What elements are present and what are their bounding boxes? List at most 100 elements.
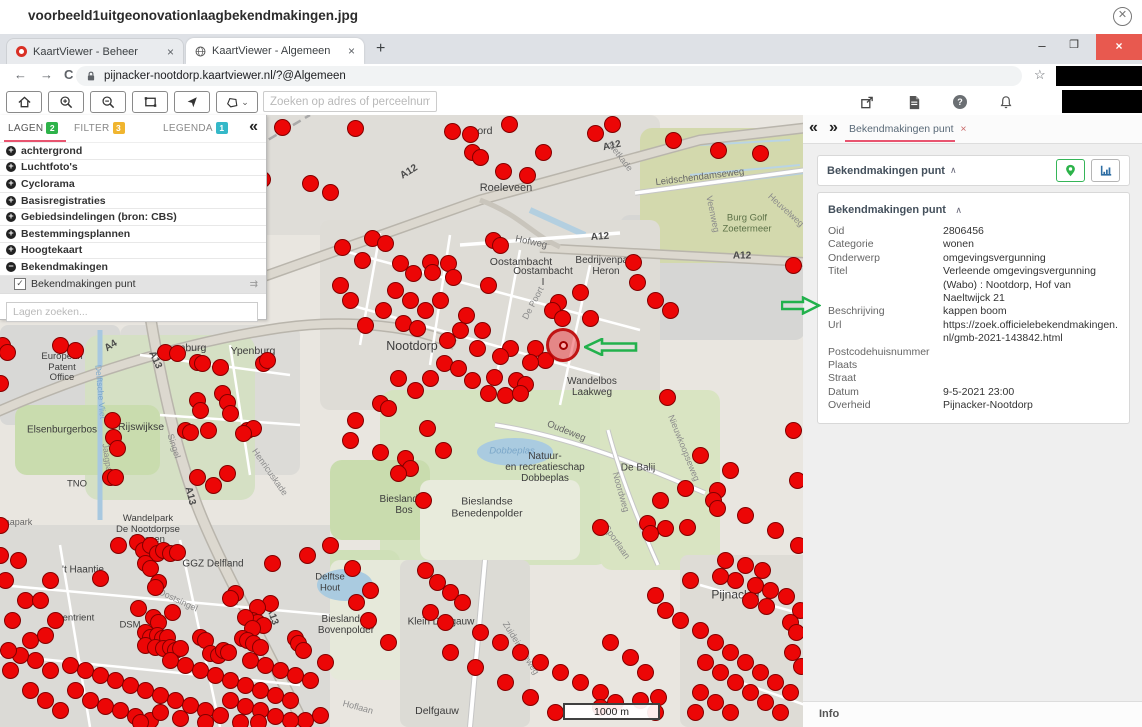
announcement-dot[interactable] xyxy=(250,714,267,727)
announcement-dot[interactable] xyxy=(67,682,84,699)
announcement-dot[interactable] xyxy=(299,547,316,564)
announcement-dot[interactable] xyxy=(642,525,659,542)
announcement-dot[interactable] xyxy=(677,480,694,497)
collapse-caret-icon[interactable]: ∧ xyxy=(955,205,962,215)
announcement-dot[interactable] xyxy=(237,677,254,694)
announcement-dot[interactable] xyxy=(522,354,539,371)
announcement-dot[interactable] xyxy=(372,444,389,461)
announcement-dot[interactable] xyxy=(454,594,471,611)
announcement-dot[interactable] xyxy=(375,302,392,319)
announcement-dot[interactable] xyxy=(182,424,199,441)
announcement-dot[interactable] xyxy=(207,667,224,684)
announcement-dot[interactable] xyxy=(417,302,434,319)
announcement-dot[interactable] xyxy=(572,674,589,691)
announcement-dot[interactable] xyxy=(357,317,374,334)
layer-row[interactable]: +Hoogtekaart xyxy=(0,243,266,260)
announcement-dot[interactable] xyxy=(722,644,739,661)
announcement-dot[interactable] xyxy=(109,440,126,457)
url-field[interactable]: pijnacker-nootdorp.kaartviewer.nl/?@Alge… xyxy=(76,66,1022,86)
announcement-dot[interactable] xyxy=(492,348,509,365)
announcement-dot[interactable] xyxy=(665,132,682,149)
announcement-dot[interactable] xyxy=(647,587,664,604)
announcement-dot[interactable] xyxy=(62,657,79,674)
announcement-dot[interactable] xyxy=(472,149,489,166)
announcement-dot[interactable] xyxy=(107,672,124,689)
collapse-panel-icon[interactable]: « xyxy=(809,119,818,137)
announcement-dot[interactable] xyxy=(344,560,361,577)
locate-button[interactable] xyxy=(174,91,210,113)
expand-layer-icon[interactable]: + xyxy=(6,229,16,239)
announcement-dot[interactable] xyxy=(512,644,529,661)
feature-tab[interactable]: Bekendmakingen punt × xyxy=(849,123,967,135)
announcement-dot[interactable] xyxy=(757,694,774,711)
announcement-dot[interactable] xyxy=(742,684,759,701)
announcement-dot[interactable] xyxy=(132,714,149,727)
announcement-dot[interactable] xyxy=(657,520,674,537)
announcement-dot[interactable] xyxy=(785,257,802,274)
sublayer-bekendmakingen-punt[interactable]: ✓ Bekendmakingen punt ⇉ xyxy=(0,276,266,294)
layer-options-icon[interactable]: ⇉ xyxy=(250,279,258,290)
announcement-dot[interactable] xyxy=(297,712,314,727)
announcement-dot[interactable] xyxy=(189,469,206,486)
announcement-dot[interactable] xyxy=(390,370,407,387)
announcement-dot[interactable] xyxy=(237,698,254,715)
announcement-dot[interactable] xyxy=(377,235,394,252)
announcement-dot[interactable] xyxy=(532,654,549,671)
announcement-dot[interactable] xyxy=(552,664,569,681)
select-shape-button[interactable]: ⌄ xyxy=(216,91,258,113)
layer-row[interactable]: +Basisregistraties xyxy=(0,193,266,210)
announcement-dot[interactable] xyxy=(592,519,609,536)
attribute-value[interactable]: https://zoek.officielebekendmakingen.nl/… xyxy=(943,319,1119,346)
announcement-dot[interactable] xyxy=(122,677,139,694)
announcement-dot[interactable] xyxy=(762,582,779,599)
announcement-dot[interactable] xyxy=(497,387,514,404)
announcement-dot[interactable] xyxy=(0,572,14,589)
announcement-dot[interactable] xyxy=(469,340,486,357)
announcement-dot[interactable] xyxy=(82,692,99,709)
announcement-dot[interactable] xyxy=(637,664,654,681)
expand-layer-icon[interactable]: + xyxy=(6,162,16,172)
announcement-dot[interactable] xyxy=(435,442,452,459)
announcement-dot[interactable] xyxy=(347,120,364,137)
announcement-dot[interactable] xyxy=(652,492,669,509)
announcement-dot[interactable] xyxy=(692,447,709,464)
circle-close-icon[interactable]: ✕ xyxy=(1113,7,1132,26)
layer-checkbox[interactable]: ✓ xyxy=(14,278,26,290)
expand-layer-icon[interactable]: + xyxy=(6,179,16,189)
announcement-dot[interactable] xyxy=(107,469,124,486)
announcement-dot[interactable] xyxy=(267,687,284,704)
announcement-dot[interactable] xyxy=(402,292,419,309)
announcement-dot[interactable] xyxy=(710,142,727,159)
announcement-dot[interactable] xyxy=(547,704,564,721)
announcement-dot[interactable] xyxy=(0,547,9,564)
tab-filter[interactable]: FILTER 3 xyxy=(74,122,125,134)
announcement-dot[interactable] xyxy=(52,337,69,354)
announcement-dot[interactable] xyxy=(622,649,639,666)
announcement-dot[interactable] xyxy=(737,654,754,671)
expand-layer-icon[interactable]: + xyxy=(6,146,16,156)
announcement-dot[interactable] xyxy=(32,592,49,609)
expand-layer-icon[interactable]: + xyxy=(6,196,16,206)
announcement-dot[interactable] xyxy=(267,708,284,725)
announcement-dot[interactable] xyxy=(767,522,784,539)
announcement-dot[interactable] xyxy=(554,310,571,327)
announcement-dot[interactable] xyxy=(380,400,397,417)
announcement-dot[interactable] xyxy=(110,537,127,554)
announcement-dot[interactable] xyxy=(167,692,184,709)
announcement-dot[interactable] xyxy=(42,572,59,589)
announcement-dot[interactable] xyxy=(302,672,319,689)
announcement-dot[interactable] xyxy=(362,582,379,599)
announcement-dot[interactable] xyxy=(92,667,109,684)
new-tab-button[interactable]: + xyxy=(376,40,385,58)
announcement-dot[interactable] xyxy=(104,412,121,429)
announcement-dot[interactable] xyxy=(535,144,552,161)
collapse-left-panel-icon[interactable]: « xyxy=(249,118,258,136)
pdf-export-button[interactable] xyxy=(902,92,926,112)
announcement-dot[interactable] xyxy=(27,652,44,669)
feature-tab-close-icon[interactable]: × xyxy=(960,123,966,135)
announcement-dot[interactable] xyxy=(0,344,16,361)
announcement-dot[interactable] xyxy=(302,175,319,192)
tab-legenda[interactable]: LEGENDA 1 xyxy=(163,122,228,134)
announcement-dot[interactable] xyxy=(495,163,512,180)
announcement-dot[interactable] xyxy=(445,269,462,286)
